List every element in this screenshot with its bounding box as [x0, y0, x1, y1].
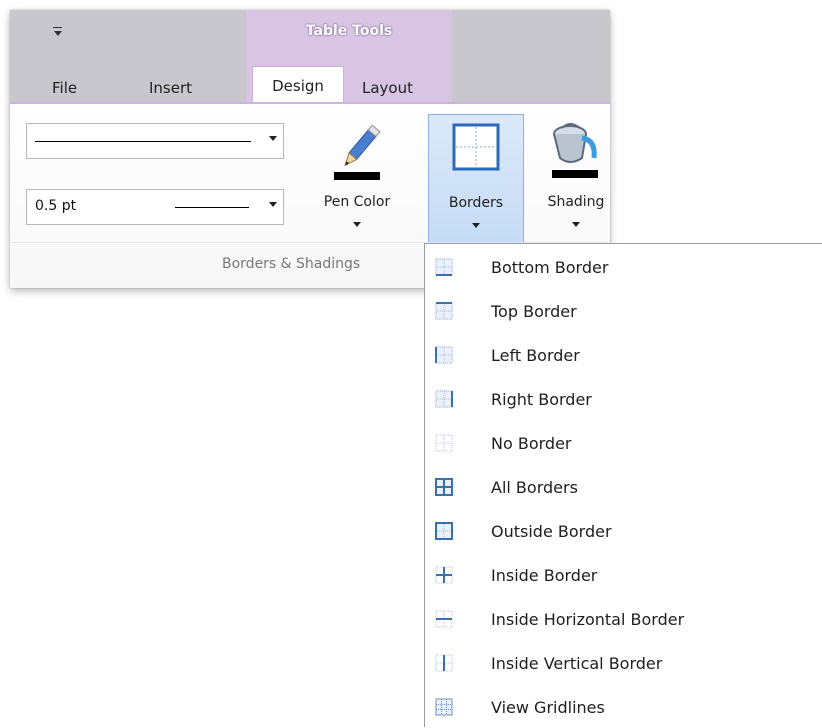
- line-style-preview: [35, 141, 251, 142]
- borders-label: Borders: [448, 195, 504, 211]
- borders-button[interactable]: Borders: [428, 114, 524, 246]
- line-weight-value: 0.5 pt: [35, 198, 77, 214]
- tab-insert[interactable]: Insert: [149, 74, 192, 102]
- inside-border-icon: [435, 566, 453, 584]
- chevron-down-icon: [353, 222, 361, 227]
- tab-file[interactable]: File: [52, 74, 77, 102]
- menu-item-inside-vertical-border[interactable]: Inside Vertical Border: [425, 644, 822, 684]
- line-weight-combo[interactable]: 0.5 pt: [26, 189, 284, 225]
- chevron-down-icon: [472, 223, 480, 228]
- menu-item-inside-horizontal-border[interactable]: Inside Horizontal Border: [425, 600, 822, 640]
- shading-button[interactable]: Shading: [528, 114, 624, 246]
- chevron-down-icon: [269, 202, 277, 207]
- shading-label: Shading: [547, 194, 605, 210]
- pencil-icon: [334, 124, 381, 180]
- menu-item-label: Top Border: [491, 302, 577, 321]
- tab-layout[interactable]: Layout: [362, 74, 413, 102]
- customize-quick-access-icon[interactable]: [53, 27, 63, 40]
- all-borders-icon: [435, 478, 453, 496]
- menu-item-no-border[interactable]: No Border: [425, 424, 822, 464]
- menu-item-label: Inside Horizontal Border: [491, 610, 685, 629]
- menu-item-label: All Borders: [491, 478, 578, 497]
- chevron-down-icon: [572, 222, 580, 227]
- left-border-icon: [435, 346, 453, 364]
- menu-item-label: Right Border: [491, 390, 592, 409]
- inside-vertical-border-icon: [435, 654, 453, 672]
- no-border-icon: [435, 434, 453, 452]
- pen-color-label: Pen Color: [323, 194, 391, 210]
- menu-item-label: Outside Border: [491, 522, 612, 541]
- menu-item-label: No Border: [491, 434, 572, 453]
- menu-item-top-border[interactable]: Top Border: [425, 292, 822, 332]
- menu-item-label: View Gridlines: [491, 698, 605, 717]
- menu-item-label: Inside Border: [491, 566, 598, 585]
- inside-horizontal-border-icon: [435, 610, 453, 628]
- pen-color-button[interactable]: Pen Color: [302, 114, 412, 246]
- view-gridlines-icon: [435, 698, 453, 716]
- menu-item-left-border[interactable]: Left Border: [425, 336, 822, 376]
- menu-item-all-borders[interactable]: All Borders: [425, 468, 822, 508]
- bottom-border-icon: [435, 258, 453, 276]
- group-label: Borders & Shadings: [222, 256, 361, 272]
- menu-item-right-border[interactable]: Right Border: [425, 380, 822, 420]
- right-border-icon: [435, 390, 453, 408]
- menu-item-view-gridlines[interactable]: View Gridlines: [425, 688, 822, 728]
- menu-item-label: Inside Vertical Border: [491, 654, 663, 673]
- top-border-icon: [435, 302, 453, 320]
- tab-design[interactable]: Design: [252, 66, 344, 104]
- borders-icon: [452, 123, 500, 171]
- line-weight-preview: [175, 207, 249, 208]
- menu-item-inside-border[interactable]: Inside Border: [425, 556, 822, 596]
- line-style-combo[interactable]: [26, 123, 284, 159]
- menu-item-label: Bottom Border: [491, 258, 609, 277]
- paint-bucket-icon: [552, 123, 598, 178]
- menu-item-label: Left Border: [491, 346, 580, 365]
- menu-item-outside-border[interactable]: Outside Border: [425, 512, 822, 552]
- chevron-down-icon: [269, 136, 277, 141]
- context-tab-title: Table Tools: [305, 23, 393, 39]
- borders-dropdown-menu: Bottom Border Top Border Left Border Rig…: [424, 243, 822, 727]
- outside-border-icon: [435, 522, 453, 540]
- menu-item-bottom-border[interactable]: Bottom Border: [425, 248, 822, 288]
